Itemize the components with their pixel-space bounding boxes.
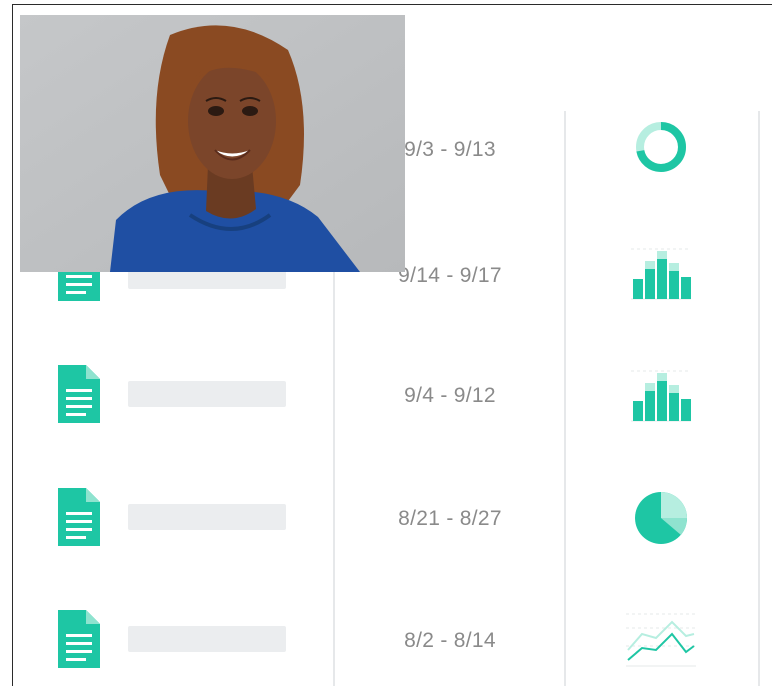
line-chart-icon (611, 610, 711, 680)
pie-chart-icon (611, 488, 711, 558)
bar-chart-icon (611, 363, 711, 433)
date-range: 8/21 - 8/27 (398, 507, 502, 530)
document-icon (56, 363, 102, 425)
list-item[interactable]: 9/4 - 9/12 (13, 337, 758, 447)
file-name-placeholder (128, 626, 286, 652)
file-name-placeholder (128, 504, 286, 530)
donut-chart-icon (611, 117, 711, 187)
document-icon (56, 608, 102, 670)
list-item[interactable]: 8/2 - 8/14 (13, 582, 758, 686)
column-divider (758, 111, 760, 686)
document-icon (56, 486, 102, 548)
date-range: 9/4 - 9/12 (404, 384, 496, 407)
user-photo (20, 15, 405, 272)
list-item[interactable]: 8/21 - 8/27 (13, 460, 758, 570)
bar-chart-icon (611, 241, 711, 311)
date-range: 8/2 - 8/14 (404, 629, 496, 652)
file-name-placeholder (128, 381, 286, 407)
